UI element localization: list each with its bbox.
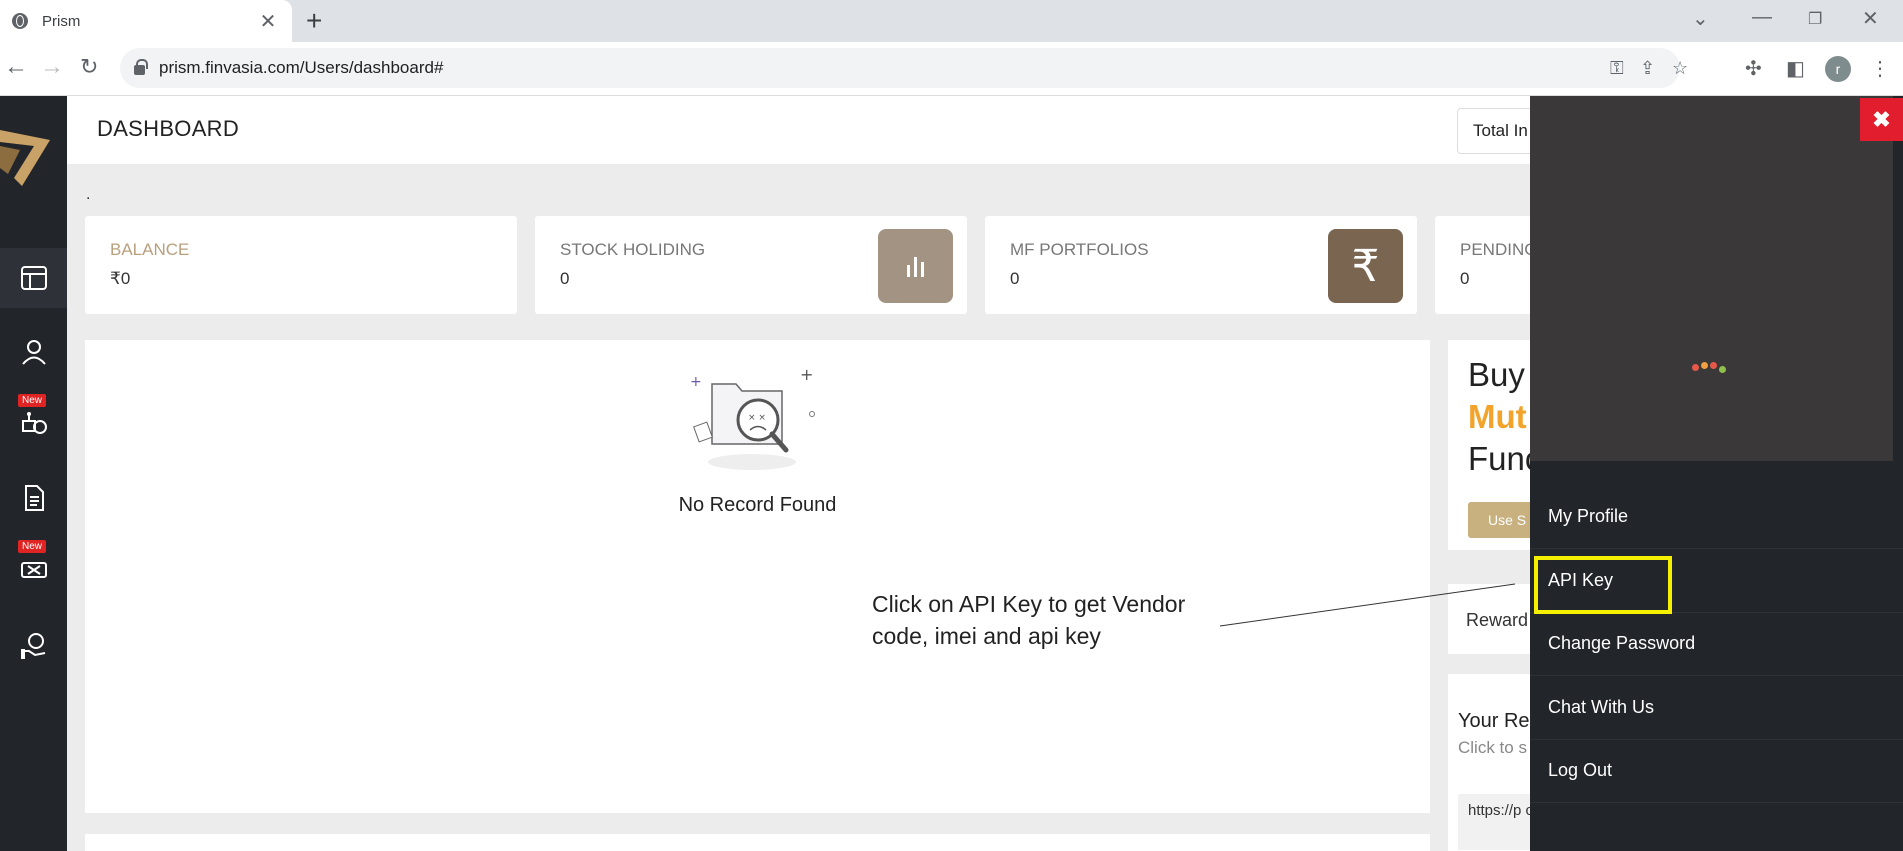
sidebar-item-reports[interactable] <box>0 468 67 528</box>
pending-card[interactable]: PENDING 0 <box>1435 216 1538 314</box>
menu-item-my-profile[interactable]: My Profile <box>1530 486 1903 549</box>
key-icon[interactable]: ⚿ <box>1610 58 1624 79</box>
hand-people-icon <box>20 633 45 659</box>
empty-folder-icon: × × + + <box>690 365 815 470</box>
share-icon[interactable]: ⇪ <box>1640 58 1655 79</box>
url-text: prism.finvasia.com/Users/dashboard# <box>159 58 444 77</box>
profile-drawer: ✖ My Profile API Key Change Password Cha… <box>1530 96 1903 851</box>
page-title: DASHBOARD <box>97 116 240 141</box>
stock-holding-card[interactable]: STOCK HOLIDING 0 <box>535 216 967 314</box>
globe-icon <box>12 13 28 29</box>
tab-search-icon[interactable]: ⌄ <box>1692 6 1709 31</box>
tools-icon <box>20 562 47 578</box>
new-badge: New <box>18 394 47 407</box>
card-label: MF PORTFOLIOS <box>1010 240 1149 259</box>
brand-logo <box>0 130 50 186</box>
balance-card: BALANCE ₹0 <box>85 216 517 314</box>
menu-item-log-out[interactable]: Log Out <box>1530 740 1903 803</box>
reward-text: Reward <box>1466 610 1529 630</box>
card-value: 0 <box>560 269 570 288</box>
mf-portfolios-card[interactable]: MF PORTFOLIOS 0 ₹ <box>985 216 1417 314</box>
secondary-panel <box>85 834 1430 851</box>
drawer-header <box>1530 96 1893 461</box>
sidebar: New New <box>0 96 67 851</box>
menu-item-label: Change Password <box>1548 633 1696 653</box>
referral-subtitle: Click to s <box>1458 738 1527 757</box>
drawer-close-button[interactable]: ✖ <box>1860 98 1903 141</box>
menu-item-label: Log Out <box>1548 760 1613 780</box>
svg-text:+: + <box>800 365 813 384</box>
sidebar-item-algo[interactable]: New <box>0 392 67 452</box>
reload-icon[interactable]: ↻ <box>80 54 98 80</box>
menu-icon[interactable]: ⋮ <box>1870 56 1890 81</box>
browser-tab[interactable]: Prism ✕ <box>0 0 292 42</box>
sidebar-item-partner[interactable] <box>0 616 67 676</box>
referral-title: Your Re <box>1458 710 1530 732</box>
tab-close-icon[interactable]: ✕ <box>254 9 282 34</box>
sidebar-item-profile[interactable] <box>0 322 67 382</box>
window-close-icon[interactable]: ✕ <box>1862 6 1879 31</box>
new-badge: New <box>18 540 47 553</box>
user-icon <box>21 340 46 365</box>
browser-tabstrip: Prism ✕ + ⌄ — ❐ ✕ <box>0 0 1903 42</box>
puzzle-icon[interactable]: ✣ <box>1745 56 1762 81</box>
card-value: 0 <box>1010 269 1020 288</box>
svg-text:+: + <box>690 374 702 390</box>
browser-toolbar: ← → ↻ prism.finvasia.com/Users/dashboard… <box>0 42 1903 96</box>
menu-item-label: My Profile <box>1548 506 1629 526</box>
restore-icon[interactable]: ❐ <box>1808 9 1822 29</box>
forward-arrow-icon[interactable]: → <box>40 54 64 80</box>
tab-title: Prism <box>42 12 81 30</box>
new-tab-button[interactable]: + <box>306 6 322 36</box>
side-panel-icon[interactable]: ◧ <box>1786 56 1805 81</box>
orders-panel: × × + + No Record Found <box>85 340 1430 813</box>
no-record-text: No Record Found <box>678 494 837 516</box>
card-label: BALANCE <box>110 240 190 259</box>
card-value: ₹0 <box>110 269 131 288</box>
lock-icon <box>134 59 148 75</box>
api-key-highlight-box <box>1534 556 1672 614</box>
card-label: STOCK HOLIDING <box>560 240 706 259</box>
svg-text:× ×: × × <box>748 413 766 423</box>
rupee-icon: ₹ <box>1328 229 1403 303</box>
sidebar-item-dashboard[interactable] <box>0 248 67 308</box>
sidebar-item-tools[interactable]: New <box>0 538 67 598</box>
robot-icon <box>21 412 47 434</box>
stray-text: . <box>86 186 91 203</box>
instruction-annotation: Click on API Key to get Vendor code, ime… <box>872 591 1186 649</box>
menu-item-chat-with-us[interactable]: Chat With Us <box>1530 677 1903 740</box>
profile-avatar[interactable]: r <box>1825 56 1851 82</box>
star-icon[interactable]: ☆ <box>1672 58 1688 79</box>
minimize-icon[interactable]: — <box>1752 6 1772 29</box>
card-value: 0 <box>1460 269 1470 288</box>
dashboard-icon <box>20 266 47 290</box>
card-label: PENDING <box>1460 240 1538 259</box>
menu-item-change-password[interactable]: Change Password <box>1530 613 1903 676</box>
address-bar[interactable]: prism.finvasia.com/Users/dashboard# ⚿ ⇪ … <box>120 48 1688 88</box>
back-arrow-icon[interactable]: ← <box>4 54 28 80</box>
document-icon <box>24 485 44 511</box>
menu-item-label: Chat With Us <box>1548 697 1655 717</box>
bar-chart-icon <box>878 229 953 303</box>
